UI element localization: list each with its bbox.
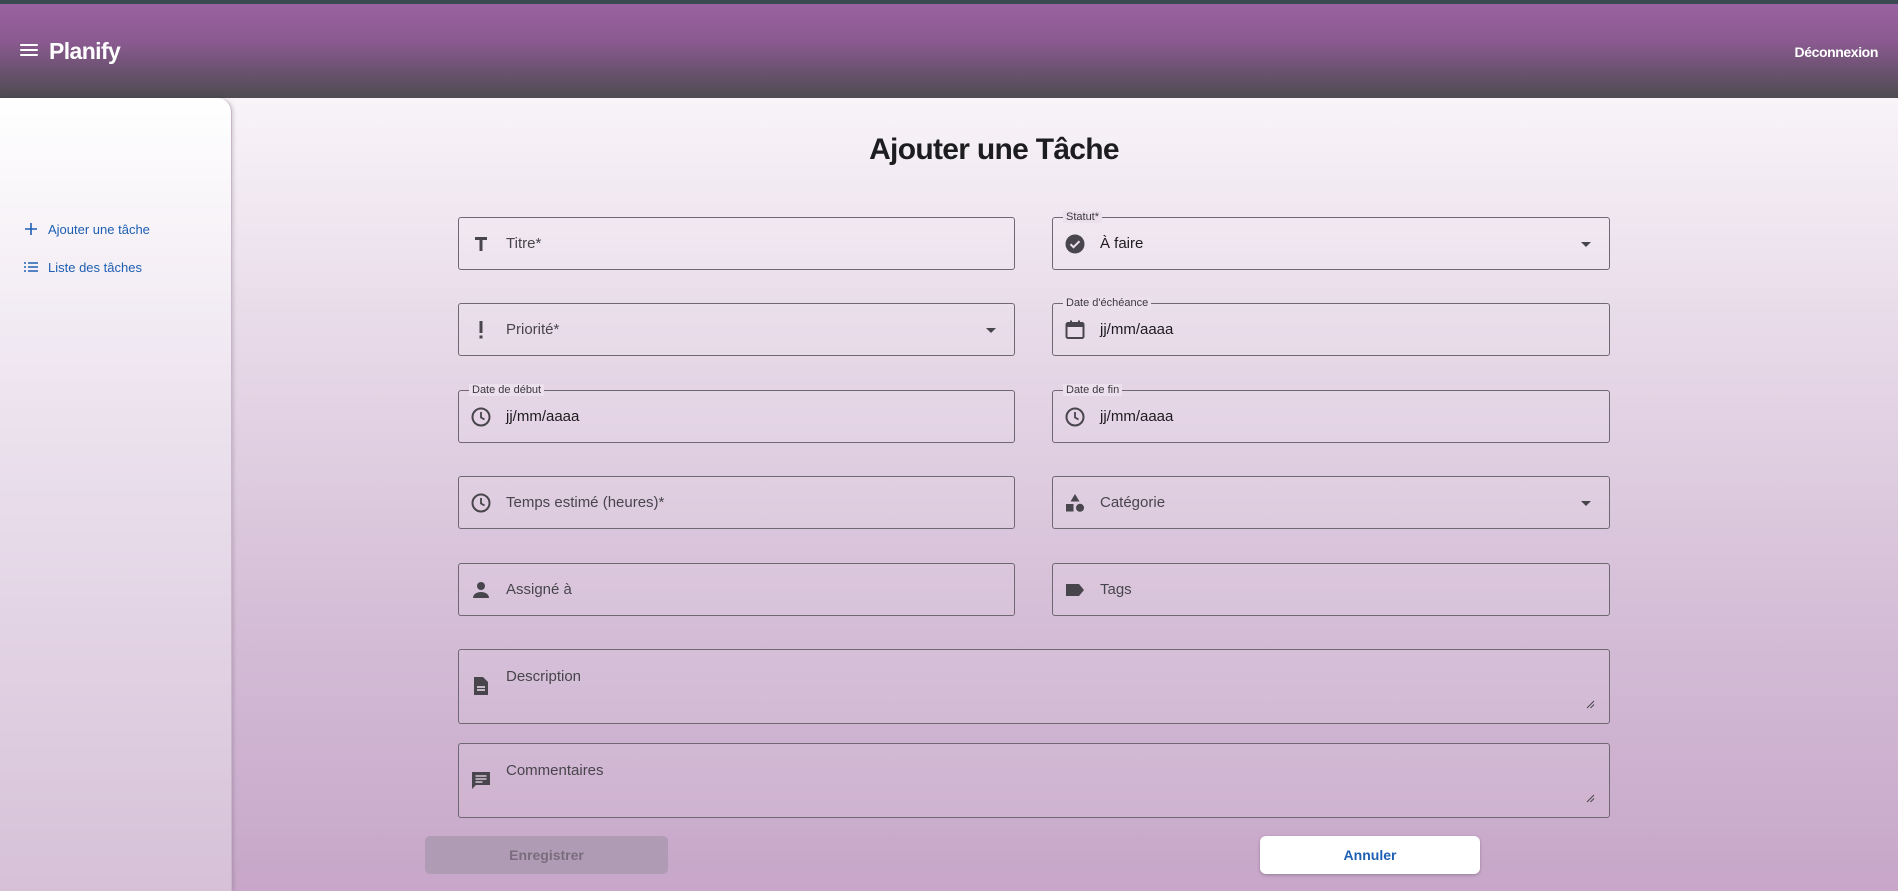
document-icon <box>471 676 491 696</box>
end-date-field[interactable]: Date de fin jj/mm/aaaa <box>1052 384 1610 443</box>
category-shapes-icon <box>1065 493 1085 513</box>
assignee-placeholder: Assigné à <box>506 581 572 598</box>
comments-textarea[interactable]: Commentaires <box>458 743 1610 818</box>
status-label: Statut* <box>1063 211 1103 223</box>
app-brand: Planify <box>49 38 121 64</box>
start-date-label: Date de début <box>469 384 545 396</box>
assignee-field[interactable]: Assigné à <box>458 563 1015 616</box>
list-icon <box>24 261 40 273</box>
label-tag-icon <box>1065 580 1085 600</box>
title-t-icon <box>471 234 491 254</box>
title-placeholder: Titre* <box>506 235 542 252</box>
status-select[interactable]: Statut* À faire <box>1052 211 1610 270</box>
comment-icon <box>471 770 491 790</box>
status-value: À faire <box>1100 235 1144 252</box>
page-title: Ajouter une Tâche <box>869 133 1120 166</box>
plus-icon <box>24 222 40 236</box>
app-bar: Planify Déconnexion <box>0 4 1898 98</box>
title-field[interactable]: Titre* <box>458 217 1015 270</box>
calendar-icon <box>1065 320 1085 340</box>
description-placeholder: Description <box>506 668 582 685</box>
chevron-down-icon <box>986 328 996 333</box>
check-circle-icon <box>1065 234 1085 254</box>
sidebar-item-task-list[interactable]: Liste des tâches <box>24 256 142 278</box>
estimated-time-placeholder: Temps estimé (heures)* <box>506 494 665 511</box>
resize-handle-icon[interactable] <box>1586 700 1595 709</box>
menu-icon[interactable] <box>20 41 42 61</box>
sidebar-item-add-task[interactable]: Ajouter une tâche <box>24 218 150 240</box>
start-date-field[interactable]: Date de début jj/mm/aaaa <box>458 384 1015 443</box>
due-date-label: Date d'échéance <box>1063 297 1152 309</box>
description-textarea[interactable]: Description <box>458 649 1610 724</box>
clock-icon <box>471 407 491 427</box>
end-date-label: Date de fin <box>1063 384 1123 396</box>
cancel-button[interactable]: Annuler <box>1260 836 1480 874</box>
chevron-down-icon <box>1581 501 1591 506</box>
save-button[interactable]: Enregistrer <box>425 836 668 874</box>
due-date-value: jj/mm/aaaa <box>1100 321 1174 338</box>
end-date-value: jj/mm/aaaa <box>1100 408 1174 425</box>
tags-field[interactable]: Tags <box>1052 563 1610 616</box>
due-date-field[interactable]: Date d'échéance jj/mm/aaaa <box>1052 297 1610 356</box>
logout-button[interactable]: Déconnexion <box>1794 44 1878 60</box>
sidebar: Ajouter une tâche Liste des tâches <box>0 98 232 891</box>
estimated-time-field[interactable]: Temps estimé (heures)* <box>458 476 1015 529</box>
exclamation-icon <box>471 320 491 340</box>
clock-icon <box>1065 407 1085 427</box>
chevron-down-icon <box>1581 242 1591 247</box>
person-icon <box>471 580 491 600</box>
clock-icon <box>471 493 491 513</box>
priority-placeholder: Priorité* <box>506 321 560 338</box>
tags-placeholder: Tags <box>1100 581 1132 598</box>
category-select[interactable]: Catégorie <box>1052 476 1610 529</box>
start-date-value: jj/mm/aaaa <box>506 408 580 425</box>
category-placeholder: Catégorie <box>1100 494 1166 511</box>
sidebar-item-label: Ajouter une tâche <box>48 221 150 237</box>
comments-placeholder: Commentaires <box>506 762 604 779</box>
sidebar-item-label: Liste des tâches <box>48 259 142 275</box>
resize-handle-icon[interactable] <box>1586 794 1595 803</box>
priority-select[interactable]: Priorité* <box>458 303 1015 356</box>
